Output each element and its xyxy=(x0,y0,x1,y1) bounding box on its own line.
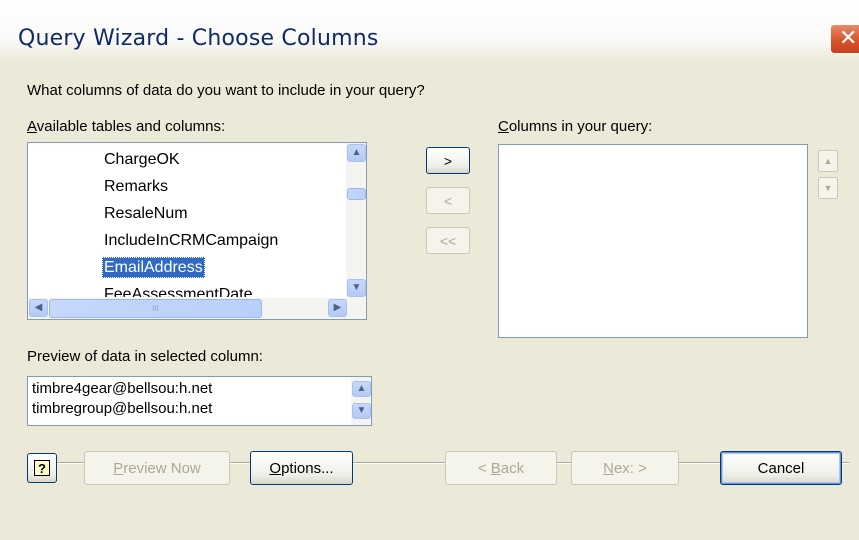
move-down-button[interactable]: ▼ xyxy=(818,177,838,199)
vertical-scrollbar[interactable]: ▲ ▼ xyxy=(346,143,366,298)
options-button[interactable]: Options... xyxy=(250,451,353,485)
remove-column-button[interactable]: < xyxy=(426,187,470,214)
query-columns-list[interactable] xyxy=(498,144,808,338)
scroll-up-icon[interactable]: ▲ xyxy=(347,144,366,162)
preview-now-button[interactable]: Preview Now xyxy=(84,451,230,485)
query-wizard-window: Query Wizard - Choose Columns ✕ What col… xyxy=(0,0,859,540)
list-item[interactable]: IncludeInCRMCampaign xyxy=(102,230,280,251)
add-column-button[interactable]: > xyxy=(426,147,470,174)
cancel-button[interactable]: Cancel xyxy=(720,451,842,485)
close-button[interactable]: ✕ xyxy=(830,24,859,54)
horizontal-scroll-thumb[interactable]: III xyxy=(49,299,262,318)
next-button[interactable]: Nex: > xyxy=(571,451,679,485)
preview-label: Preview of data in selected column: xyxy=(27,348,263,365)
list-item[interactable]: Remarks xyxy=(102,176,170,197)
list-item-selected[interactable]: EmailAddress xyxy=(102,257,205,278)
preview-scrollbar[interactable]: ▲ ▼ xyxy=(351,377,371,425)
scroll-left-icon[interactable]: ◀ xyxy=(29,299,48,317)
back-button[interactable]: < Back xyxy=(445,451,557,485)
close-icon: ✕ xyxy=(839,26,858,51)
list-item[interactable]: FeeAssessmentDate xyxy=(102,284,255,297)
preview-item: timbre4gear@bellsou:h.net xyxy=(32,380,213,397)
list-item[interactable]: ChargeOK xyxy=(102,149,182,170)
query-columns-label: Columns in your query: xyxy=(498,118,653,135)
scroll-down-icon[interactable]: ▼ xyxy=(347,279,366,297)
title-bar[interactable]: Query Wizard - Choose Columns ✕ xyxy=(0,0,859,62)
move-up-button[interactable]: ▲ xyxy=(818,150,838,172)
scroll-up-icon[interactable]: ▲ xyxy=(352,381,371,397)
preview-item: timbregroup@bellsou:h.net xyxy=(32,400,213,417)
horizontal-scrollbar[interactable]: ◀ III ▶ xyxy=(28,298,366,319)
available-columns-list[interactable]: ChargeOK Remarks ResaleNum IncludeInCRMC… xyxy=(27,142,367,320)
list-item[interactable]: ResaleNum xyxy=(102,203,190,224)
window-title: Query Wizard - Choose Columns xyxy=(18,26,379,51)
scroll-right-icon[interactable]: ▶ xyxy=(328,299,347,317)
help-button[interactable]: ? xyxy=(27,453,57,483)
available-columns-label: Available tables and columns: xyxy=(27,118,226,135)
scroll-down-icon[interactable]: ▼ xyxy=(352,403,371,419)
prompt-text: What columns of data do you want to incl… xyxy=(27,82,425,99)
preview-list[interactable]: timbre4gear@bellsou:h.net timbregroup@be… xyxy=(27,376,372,426)
help-icon: ? xyxy=(34,460,50,476)
scroll-thumb[interactable] xyxy=(347,188,366,200)
remove-all-columns-button[interactable]: << xyxy=(426,227,470,254)
